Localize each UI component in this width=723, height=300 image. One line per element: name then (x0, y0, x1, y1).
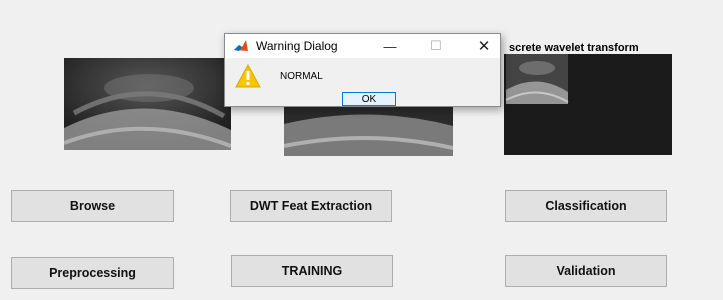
dwt-image-panel (504, 54, 672, 155)
dwt-feature-extraction-button[interactable]: DWT Feat Extraction (230, 190, 392, 222)
warning-triangle-icon (235, 63, 261, 88)
training-button[interactable]: TRAINING (231, 255, 393, 287)
dwt-panel-title: screte wavelet transform (509, 42, 639, 54)
matlab-logo-icon (233, 39, 249, 53)
dialog-titlebar[interactable]: Warning Dialog — ☐ ✕ (225, 34, 500, 58)
classification-button[interactable]: Classification (505, 190, 667, 222)
warning-dialog: Warning Dialog — ☐ ✕ NORMAL OK (224, 33, 501, 107)
dialog-message: NORMAL (280, 71, 323, 82)
input-image-panel (64, 58, 231, 150)
browse-button[interactable]: Browse (11, 190, 174, 222)
validation-button[interactable]: Validation (505, 255, 667, 287)
ok-button[interactable]: OK (342, 92, 396, 106)
preprocessing-button[interactable]: Preprocessing (11, 257, 174, 289)
maximize-icon[interactable]: ☐ (421, 35, 451, 57)
dialog-title: Warning Dialog (256, 39, 338, 53)
close-icon[interactable]: ✕ (469, 35, 499, 57)
preprocessed-image-panel (284, 104, 453, 156)
minimize-icon[interactable]: — (375, 35, 405, 57)
